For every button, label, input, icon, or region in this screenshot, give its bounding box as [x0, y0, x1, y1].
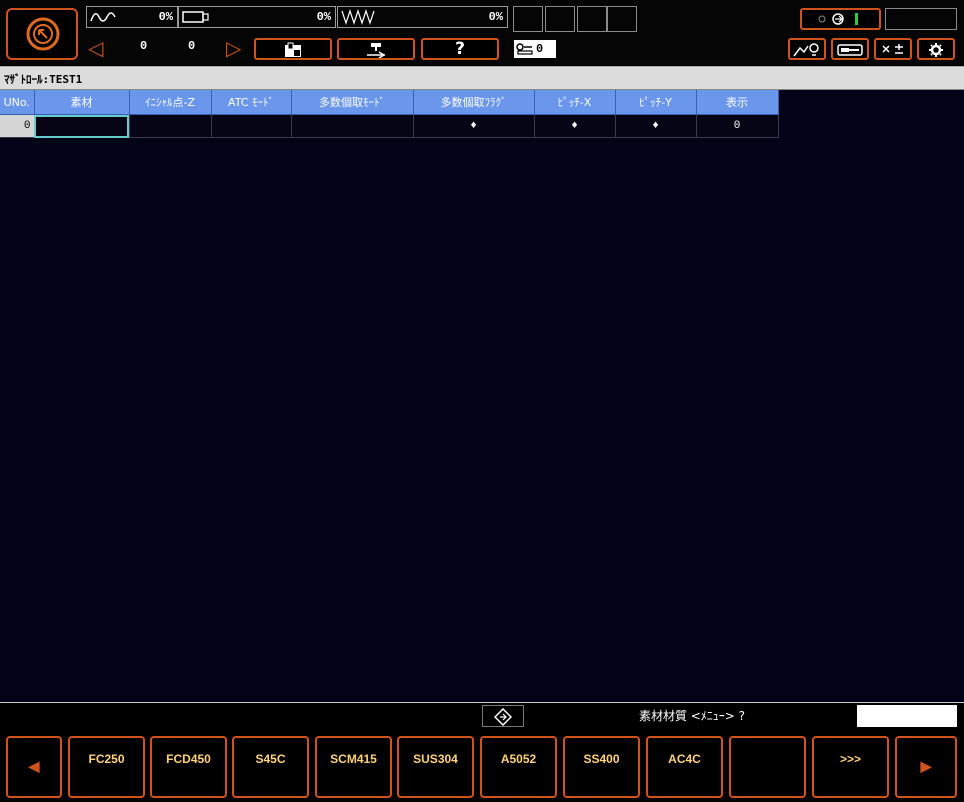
softkey-empty[interactable]: [729, 736, 806, 798]
spindle-meter: 0%: [178, 6, 336, 28]
softkey-next[interactable]: ▶: [895, 736, 957, 798]
cell-initial-z[interactable]: [129, 114, 212, 138]
tool-data-button[interactable]: [831, 38, 869, 60]
column-header-display: 表示: [696, 90, 779, 115]
cell-pitch-x[interactable]: ♦: [534, 114, 616, 138]
status-indicator: [800, 8, 881, 30]
part-counter: 0: [514, 40, 556, 58]
machine-button[interactable]: [254, 38, 332, 60]
tool-measure-button[interactable]: [788, 38, 826, 60]
softkey-s45c[interactable]: S45C: [232, 736, 309, 798]
next-arrow-icon[interactable]: ▷: [226, 38, 241, 58]
cell-multi-flag[interactable]: ♦: [413, 114, 535, 138]
compare-icon: [882, 44, 903, 54]
material-table: UNo. 素材 ｲﾆｼｬﾙ点-Z ATC ﾓｰﾄﾞ 多数個取ﾓｰﾄﾞ 多数個取ﾌ…: [0, 90, 779, 138]
tool-measure-icon: [793, 43, 819, 57]
softkey-sus304[interactable]: SUS304: [397, 736, 474, 798]
softkey-scm415[interactable]: SCM415: [315, 736, 392, 798]
column-header-multi-mode: 多数個取ﾓｰﾄﾞ: [291, 90, 414, 115]
column-header-uno: UNo.: [0, 90, 35, 115]
cell-atc-mode[interactable]: [211, 114, 292, 138]
tool-path-button[interactable]: [337, 38, 415, 60]
cell-pitch-y[interactable]: ♦: [615, 114, 697, 138]
status-slot-1: [513, 6, 543, 32]
part-counter-icon: [516, 43, 533, 55]
prompt-input[interactable]: [857, 705, 957, 727]
counter-a: 0: [140, 39, 148, 53]
table-header-row: UNo. 素材 ｲﾆｼｬﾙ点-Z ATC ﾓｰﾄﾞ 多数個取ﾓｰﾄﾞ 多数個取ﾌ…: [0, 90, 779, 115]
softkey-prev[interactable]: ◀: [6, 736, 62, 798]
cell-multi-mode[interactable]: [291, 114, 414, 138]
home-logo-button[interactable]: [6, 8, 78, 60]
counter-b: 0: [188, 39, 196, 53]
column-header-pitch-x: ﾋﾟｯﾁ-X: [534, 90, 616, 115]
main-panel: UNo. 素材 ｲﾆｼｬﾙ点-Z ATC ﾓｰﾄﾞ 多数個取ﾓｰﾄﾞ 多数個取ﾌ…: [0, 90, 964, 702]
page-title: ﾏｻﾞﾄﾛｰﾙ:TEST1: [4, 73, 83, 86]
top-bar: 0% 0% 0% ◁ 0 0 ▷ ? 0: [0, 0, 964, 66]
title-bar: ﾏｻﾞﾄﾛｰﾙ:TEST1: [0, 66, 964, 90]
part-counter-value: 0: [536, 42, 544, 56]
tool-path-icon: [367, 43, 386, 59]
help-button[interactable]: ?: [421, 38, 499, 60]
waveform-icon: [90, 12, 116, 22]
cell-material[interactable]: [34, 114, 130, 138]
feed-meter-value: 0%: [488, 10, 503, 24]
column-header-material: 素材: [34, 90, 130, 115]
machine-icon: [285, 42, 301, 57]
cell-uno: 0: [0, 114, 35, 138]
softkey-ac4c[interactable]: AC4C: [646, 736, 723, 798]
status-light-icon: [818, 13, 858, 25]
input-mode-icon: [493, 707, 513, 727]
feed-meter: 0%: [337, 6, 508, 28]
status-slot-4: [607, 6, 637, 32]
status-slot-3: [577, 6, 607, 32]
status-slot-2: [545, 6, 575, 32]
gear-icon: [929, 43, 943, 57]
column-header-pitch-y: ﾋﾟｯﾁ-Y: [615, 90, 697, 115]
softkey-ss400[interactable]: SS400: [563, 736, 640, 798]
home-logo-icon: [26, 17, 60, 51]
softkey-fcd450[interactable]: FCD450: [150, 736, 227, 798]
tool-data-icon: [837, 44, 863, 56]
input-mode-button[interactable]: [482, 705, 524, 727]
table-row: 0 ♦ ♦ ♦ 0: [0, 114, 779, 138]
column-header-atc-mode: ATC ﾓｰﾄﾞ: [211, 90, 292, 115]
column-header-multi-flag: 多数個取ﾌﾗｸﾞ: [413, 90, 535, 115]
sawtooth-icon: [341, 9, 375, 25]
prompt-bar: 素材材質 <ﾒﾆｭｰ> ?: [0, 702, 964, 728]
softkey-fc250[interactable]: FC250: [68, 736, 145, 798]
softkey-a5052[interactable]: A5052: [480, 736, 557, 798]
load-meter: 0%: [86, 6, 178, 28]
softkey-more[interactable]: >>>: [812, 736, 889, 798]
prompt-message: 素材材質 <ﾒﾆｭｰ> ?: [528, 705, 856, 727]
softkey-bar: ◀ FC250 FCD450 S45C SCM415 SUS304 A5052 …: [0, 728, 964, 802]
spindle-meter-value: 0%: [316, 10, 331, 24]
status-display: [885, 8, 957, 30]
column-header-initial-z: ｲﾆｼｬﾙ点-Z: [129, 90, 212, 115]
spindle-icon: [182, 11, 209, 23]
prev-arrow-icon[interactable]: ◁: [88, 38, 103, 58]
settings-button[interactable]: [917, 38, 955, 60]
cell-display[interactable]: 0: [696, 114, 779, 138]
load-meter-value: 0%: [158, 10, 173, 24]
compare-button[interactable]: [874, 38, 912, 60]
